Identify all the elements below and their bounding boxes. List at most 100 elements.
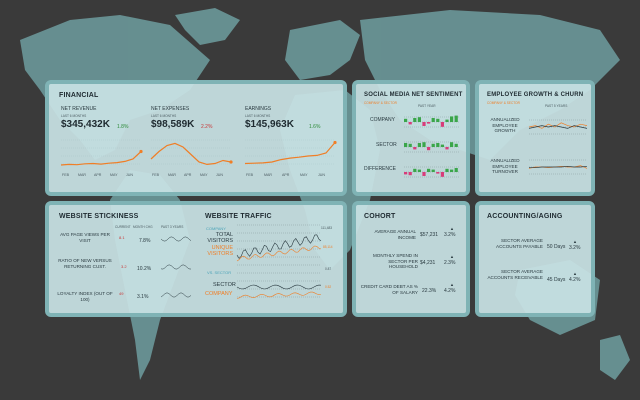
sentiment-bar [431,118,435,122]
month-tick: MAR [264,173,272,177]
month-tick: MAR [78,173,86,177]
traffic-end-value: 85,114 [323,245,333,249]
earnings-value: $145,963K [245,119,294,130]
up-arrow-icon: ▲ [573,271,577,276]
sentiment-bar [422,142,426,147]
stickiness-change: 7.8% [139,238,151,244]
month-tick: MAY [200,173,208,177]
net-expenses-label: NET EXPENSES [151,106,190,112]
net-revenue-label: NET REVENUE [61,106,97,112]
employee-trend-lines [528,119,588,175]
stickiness-row-label: RATIO OF NEW VERSUS RETURNING CUST. [58,258,112,269]
cohort-value: 22.3% [422,288,437,294]
sentiment-bar [408,143,412,147]
trend-line [244,142,336,165]
sentiment-bar [427,122,431,124]
traffic-company-label: COMPANY [206,226,226,231]
sentiment-bar [427,147,431,151]
panel-title: COHORT [364,213,396,220]
accounting-change: 3.2% [569,245,581,251]
total-visitors-label: TOTAL VISITORS [207,232,233,244]
accounting-value: 50 Days [547,244,566,250]
up-arrow-icon: ▲ [450,254,454,259]
employee-growth-panel: EMPLOYEE GROWTH & CHURN COMPANY & SECTOR… [475,80,595,196]
earnings-period: LAST 6 MONTHS [245,114,271,118]
traffic-end-value: 111,483 [321,226,333,230]
header-current: CURRENT [115,225,131,229]
legend: COMPANY & SECTOR [364,101,397,105]
accounting-value: 45 Days [547,277,566,283]
sentiment-bars [404,115,460,178]
sentiment-bar [445,147,449,150]
panel-title: FINANCIAL [59,92,99,99]
cohort-row-label: MONTHLY SPEND IN SECTOR PER HOUSEHOLD [372,253,418,269]
sentiment-bar [450,142,454,147]
website-traffic-chart [236,224,322,299]
company-label: COMPANY [205,291,233,297]
turnover-label: ANNUALIZED EMPLOYEE TURNOVER [490,158,520,174]
end-point [333,140,337,145]
sentiment-bar [431,169,435,172]
earnings-label: EARNINGS [245,106,272,112]
row-label-sector: SECTOR [376,142,397,148]
unique-visitors-label: UNIQUE VISITORS [207,245,233,257]
stickiness-current: 49 [119,291,124,296]
cohort-panel: COHORT AVERAGE ANNUAL INCOME $57,231 ▲ 3… [352,201,470,317]
month-tick: JUN [318,173,325,177]
end-point [139,149,143,154]
net-revenue-sparkline: FEB MAR APR MAY JUN [60,139,143,177]
net-expenses-change: 2.2% [201,124,213,130]
social-sentiment-panel: SOCIAL MEDIA NET SENTIMENT COMPANY & SEC… [352,80,470,196]
trend-line [60,151,142,166]
sentiment-bar [417,117,421,122]
cohort-value: $4,231 [420,260,436,266]
sentiment-bar [454,115,458,122]
sentiment-bar [413,118,417,122]
traffic-end-value: 0.87 [325,267,332,271]
sentiment-bar [404,143,408,147]
sentiment-bar [413,168,417,172]
legend: COMPANY & SECTOR [487,101,520,105]
month-tick: MAY [110,173,118,177]
website-panel: WEBSITE STICKINESS CURRENT MONTH CHG PAS… [45,201,347,317]
accounting-row-label: SECTOR AVERAGE ACCOUNTS PAYABLE [496,238,543,249]
stickiness-current: 3.2 [121,264,127,269]
month-tick: FEB [62,173,70,177]
stickiness-sparkline [160,264,192,270]
period-label: PAST 5 YEARS [545,104,568,108]
panel-title: ACCOUNTING/AGING [487,213,563,220]
sentiment-bar [454,168,458,172]
net-revenue-change: 1.8% [117,124,129,130]
sentiment-bar [422,172,426,176]
earnings-change: 1.6% [309,124,321,130]
sentiment-bar [422,122,426,126]
month-tick: FEB [152,173,160,177]
traffic-end-value: 0.52 [325,285,332,289]
month-tick: JUN [126,173,133,177]
panel-title: EMPLOYEE GROWTH & CHURN [487,92,584,98]
row-label-company: COMPANY [370,117,395,123]
month-tick: MAY [300,173,308,177]
sentiment-bar [445,168,449,172]
period-label: PAST YEAR [418,104,436,108]
sector-label: SECTOR [213,282,236,288]
stickiness-row-label: AVG PAGE VIEWS PER VISIT [60,232,110,243]
world-map-background [20,8,630,380]
up-arrow-icon: ▲ [450,282,454,287]
sentiment-bar [413,147,417,150]
stickiness-change: 10.2% [137,266,152,272]
cohort-row-label: AVERAGE ANNUAL INCOME [374,229,416,240]
sparkline [160,292,192,298]
stickiness-current: 8.1 [119,235,125,240]
panel-title: SOCIAL MEDIA NET SENTIMENT [364,92,463,98]
net-expenses-sparkline: FEB MAR APR MAY JUN [150,139,233,177]
total-visitors-line [236,234,322,259]
stickiness-sparkline [160,236,192,242]
stickiness-title: WEBSITE STICKINESS [59,213,139,220]
month-tick: JUN [216,173,223,177]
stickiness-sparkline [160,292,192,298]
header-past-years: PAST 3 YEARS [161,225,184,229]
sentiment-bar [427,168,431,172]
sentiment-bar [408,122,412,125]
trend-line [528,122,588,129]
